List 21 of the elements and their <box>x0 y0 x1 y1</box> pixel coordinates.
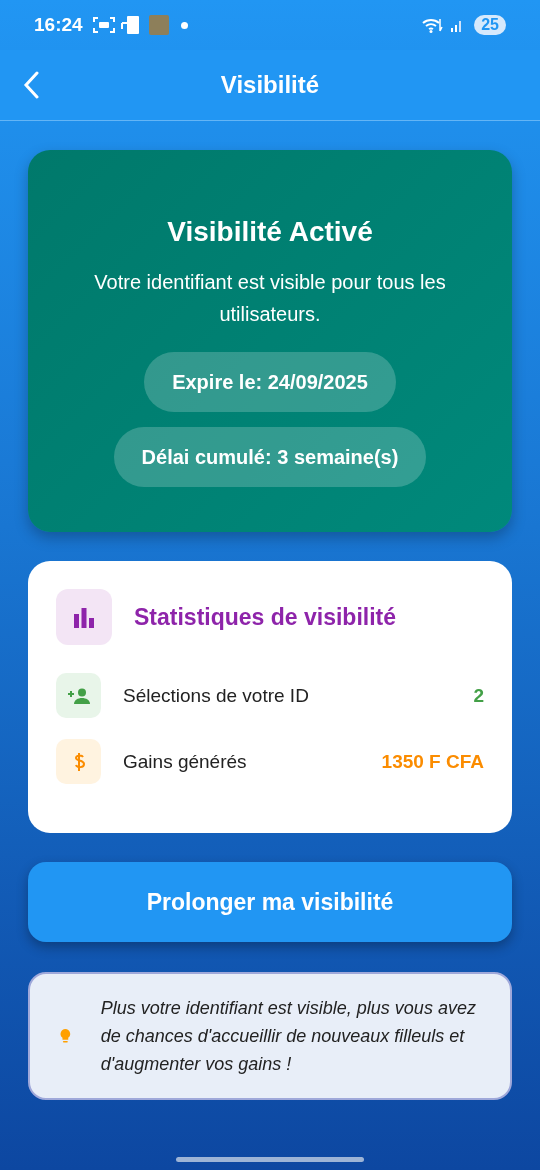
tip-text: Plus votre identifiant est visible, plus vous avez de chances d'accueillir de nouveaux filleuls et d'augmenter vos gains ! <box>100 997 477 1076</box>
status-pill: Délai cumulé: 3 semaine(s) <box>113 427 427 487</box>
stat-value: 2 <box>473 684 484 707</box>
bar-chart-icon <box>56 589 112 645</box>
notification-dot <box>180 21 188 29</box>
battery-level: 25 <box>474 15 506 35</box>
screenshot-icon <box>92 16 115 34</box>
app-icon <box>148 15 169 35</box>
stat-label: Gains générés <box>123 750 248 773</box>
wifi-icon <box>422 17 445 33</box>
page-title: Visibilité <box>220 71 320 99</box>
status-message: Votre identifiant est visible pour tous les utilisateurs. <box>93 270 447 327</box>
status-title: Visibilité Activé <box>167 216 373 248</box>
status-time: 16:24 <box>34 14 83 36</box>
extend-visibility-button[interactable]: Prolonger ma visibilité <box>28 862 512 942</box>
stat-value: 1350 F CFA <box>381 750 484 773</box>
stats-title: Statistiques de visibilité <box>134 603 397 631</box>
stat-label: Sélections de votre ID <box>123 684 310 707</box>
person-add-icon <box>56 673 101 718</box>
status-pill: Expire le: 24/09/2025 <box>144 352 396 412</box>
dollar-icon <box>56 739 101 784</box>
